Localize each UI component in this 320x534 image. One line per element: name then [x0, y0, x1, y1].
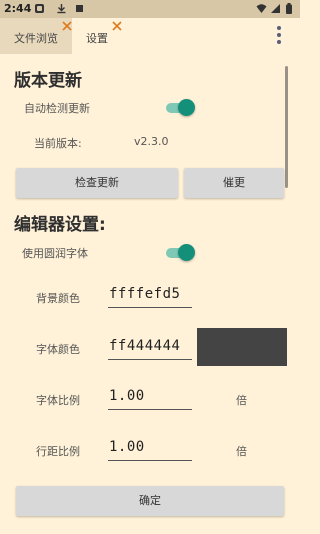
confirm-button[interactable]: 确定 [16, 486, 284, 516]
font-color-swatch[interactable] [197, 328, 287, 366]
download-icon [57, 4, 66, 14]
signal-icon [271, 4, 280, 13]
status-bar: 2:44 [0, 0, 300, 18]
editor-section-title: 编辑器设置: [14, 215, 106, 235]
overflow-menu-icon[interactable] [276, 26, 282, 48]
close-icon[interactable] [112, 21, 122, 31]
font-color-input[interactable]: ff444444 [108, 334, 192, 360]
tab-label: 设置 [86, 32, 108, 45]
urge-update-button[interactable]: 催更 [184, 168, 284, 198]
auto-check-switch[interactable] [166, 99, 195, 117]
rounded-font-switch[interactable] [166, 244, 195, 262]
font-scale-unit: 倍 [236, 394, 247, 407]
wifi-icon [256, 4, 267, 13]
scrollbar[interactable] [285, 66, 288, 188]
current-version-value: v2.3.0 [134, 135, 169, 148]
bg-color-label: 背景颜色 [36, 292, 80, 305]
notification-icon [35, 4, 44, 13]
square-icon [76, 5, 83, 12]
status-time: 2:44 [4, 2, 32, 15]
battery-icon [286, 3, 292, 14]
line-spacing-label: 行距比例 [36, 445, 80, 458]
font-color-label: 字体颜色 [36, 343, 80, 356]
font-scale-label: 字体比例 [36, 394, 80, 407]
line-spacing-unit: 倍 [236, 445, 247, 458]
tab-settings[interactable]: 设置 [72, 18, 122, 54]
current-version-label: 当前版本: [34, 137, 82, 150]
line-spacing-input[interactable]: 1.00 [108, 435, 192, 461]
tab-label: 文件浏览 [14, 32, 58, 45]
bg-color-input[interactable]: ffffefd5 [108, 282, 192, 308]
check-update-button[interactable]: 检查更新 [16, 168, 178, 198]
auto-check-label: 自动检测更新 [24, 102, 90, 115]
version-section-title: 版本更新 [14, 71, 82, 91]
tab-bar: 文件浏览 设置 [0, 18, 300, 54]
rounded-font-label: 使用圆润字体 [22, 247, 88, 260]
close-icon[interactable] [62, 21, 72, 31]
tab-file-browser[interactable]: 文件浏览 [0, 18, 72, 54]
settings-content[interactable]: 版本更新 自动检测更新 当前版本: v2.3.0 检查更新 催更 编辑器设置: … [0, 54, 300, 480]
font-scale-input[interactable]: 1.00 [108, 384, 192, 410]
